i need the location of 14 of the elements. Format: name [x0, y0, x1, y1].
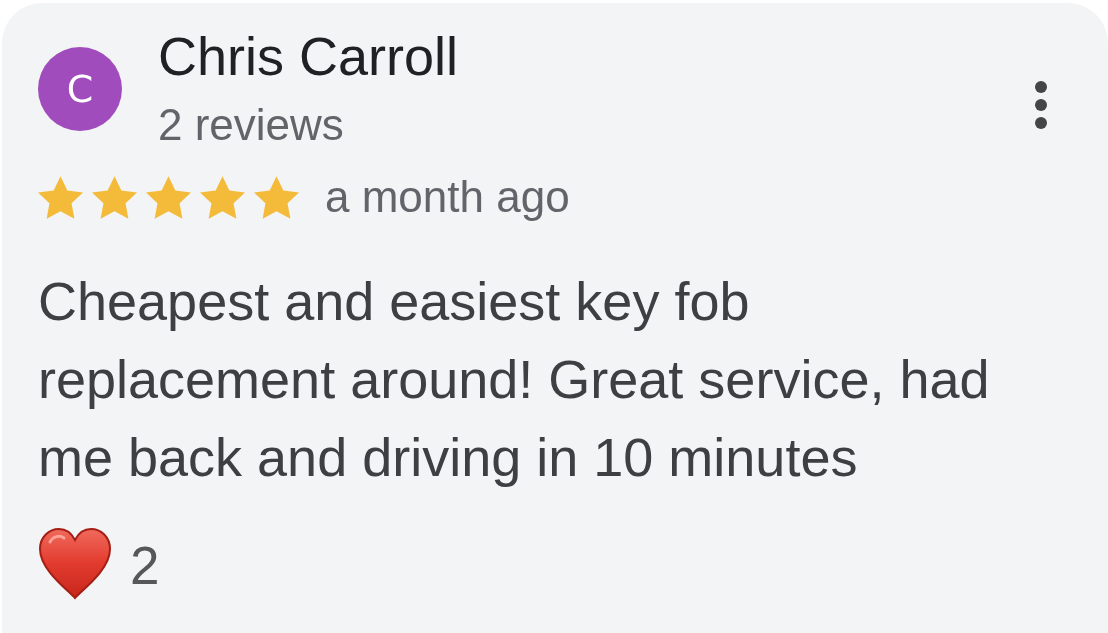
star-icon [200, 175, 245, 219]
heart-icon [38, 528, 112, 600]
review-time: a month ago [325, 172, 570, 222]
star-icon [146, 175, 191, 219]
reaction-button[interactable]: 2 [38, 528, 160, 600]
more-vertical-icon [1035, 81, 1047, 129]
star-icon [92, 175, 137, 219]
reviewer-name: Chris Carroll [158, 25, 459, 87]
review-count: 2 reviews [158, 100, 345, 150]
review-text: Cheapest and easiest key fob replacement around! Great service, had me back and driving in 10 minutes [38, 270, 991, 489]
more-options-button[interactable] [1035, 81, 1047, 129]
star-icon [38, 175, 83, 219]
star-icon [254, 175, 299, 219]
avatar: C [38, 47, 122, 131]
